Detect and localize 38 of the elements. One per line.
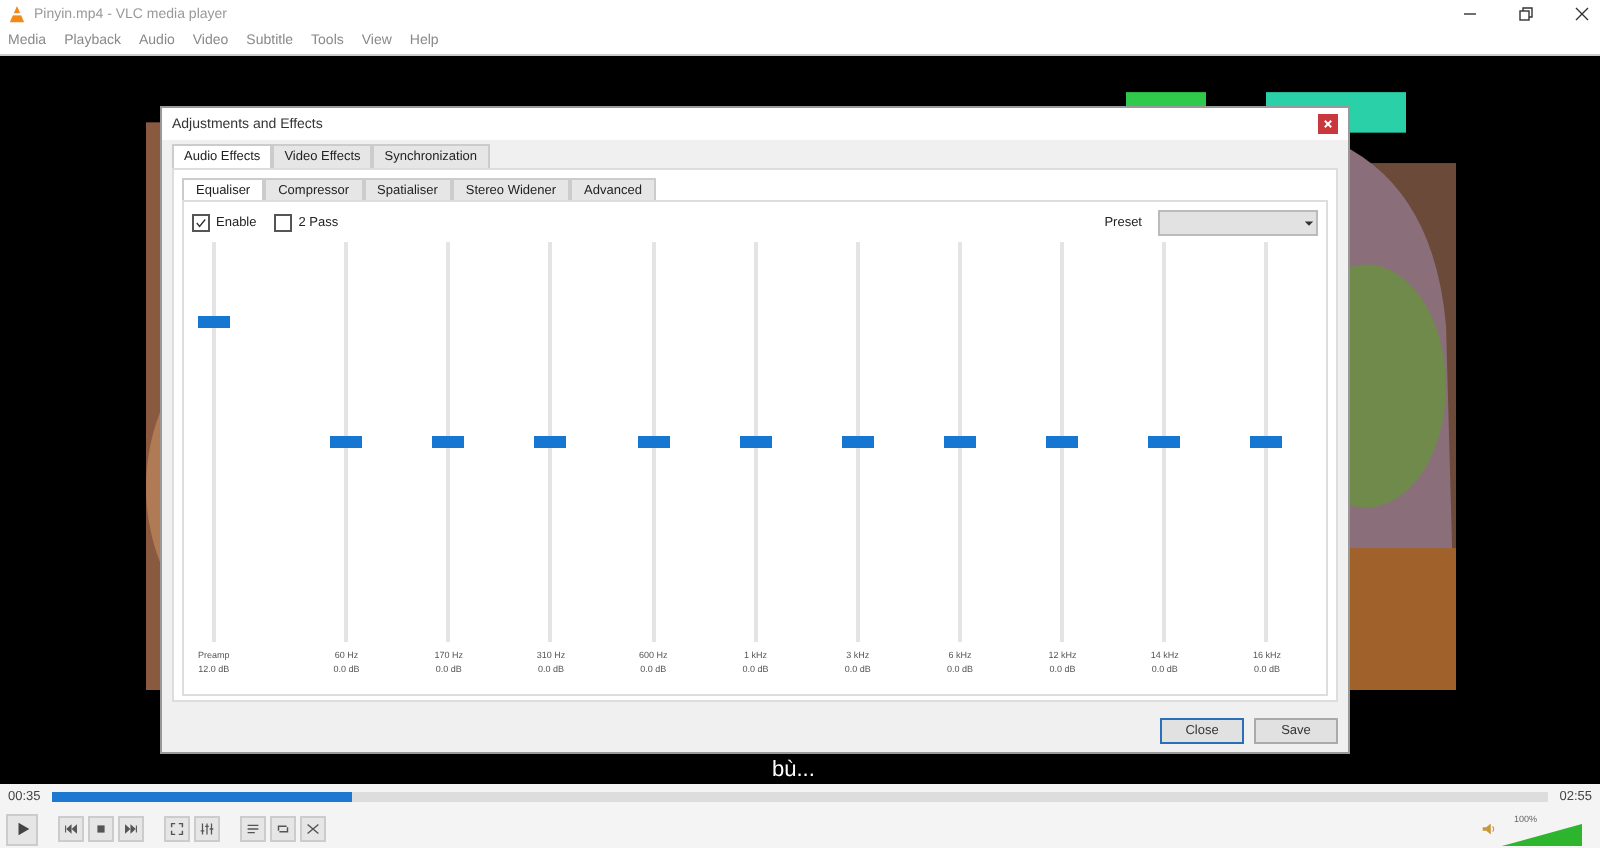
slider-thumb[interactable]: [1250, 436, 1283, 448]
shuffle-button[interactable]: [300, 816, 326, 842]
checkbox[interactable]: [192, 213, 210, 231]
close-icon: [1320, 116, 1336, 132]
stop-button[interactable]: [88, 816, 114, 842]
restore-icon[interactable]: [1516, 4, 1536, 24]
fullscreen-icon: [168, 820, 186, 838]
close-button[interactable]: [1318, 114, 1338, 134]
subtitle: bù...: [772, 758, 815, 782]
previous-button[interactable]: [58, 816, 84, 842]
previous-icon: [62, 820, 80, 838]
list-icon: [244, 820, 262, 838]
speaker-icon[interactable]: [1480, 820, 1498, 838]
stop-icon: [92, 820, 110, 838]
slider-thumb[interactable]: [534, 436, 567, 448]
play-icon: [13, 820, 31, 838]
checkbox[interactable]: [274, 213, 293, 231]
slider-thumb[interactable]: [944, 436, 977, 448]
slider-thumb[interactable]: [432, 436, 465, 448]
cone-icon: [8, 5, 26, 23]
equalizer-button[interactable]: [194, 816, 220, 842]
slider-thumb[interactable]: [637, 436, 670, 448]
volume-slider[interactable]: [1502, 823, 1582, 845]
slider-thumb[interactable]: [841, 436, 874, 448]
next-button[interactable]: [118, 816, 144, 842]
close-icon[interactable]: [1572, 4, 1592, 24]
slider-thumb[interactable]: [739, 436, 772, 448]
slider-thumb[interactable]: [330, 436, 363, 448]
fullscreen-button[interactable]: [164, 816, 190, 842]
next-icon: [122, 820, 140, 838]
play-button[interactable]: [6, 813, 38, 845]
slider-thumb[interactable]: [1046, 436, 1079, 448]
slider-thumb[interactable]: [197, 316, 230, 328]
seek-bar[interactable]: [52, 792, 1548, 802]
slider-thumb[interactable]: [1148, 436, 1181, 448]
loop-button[interactable]: [270, 816, 296, 842]
playlist-button[interactable]: [240, 816, 266, 842]
sliders-icon: [198, 820, 216, 838]
